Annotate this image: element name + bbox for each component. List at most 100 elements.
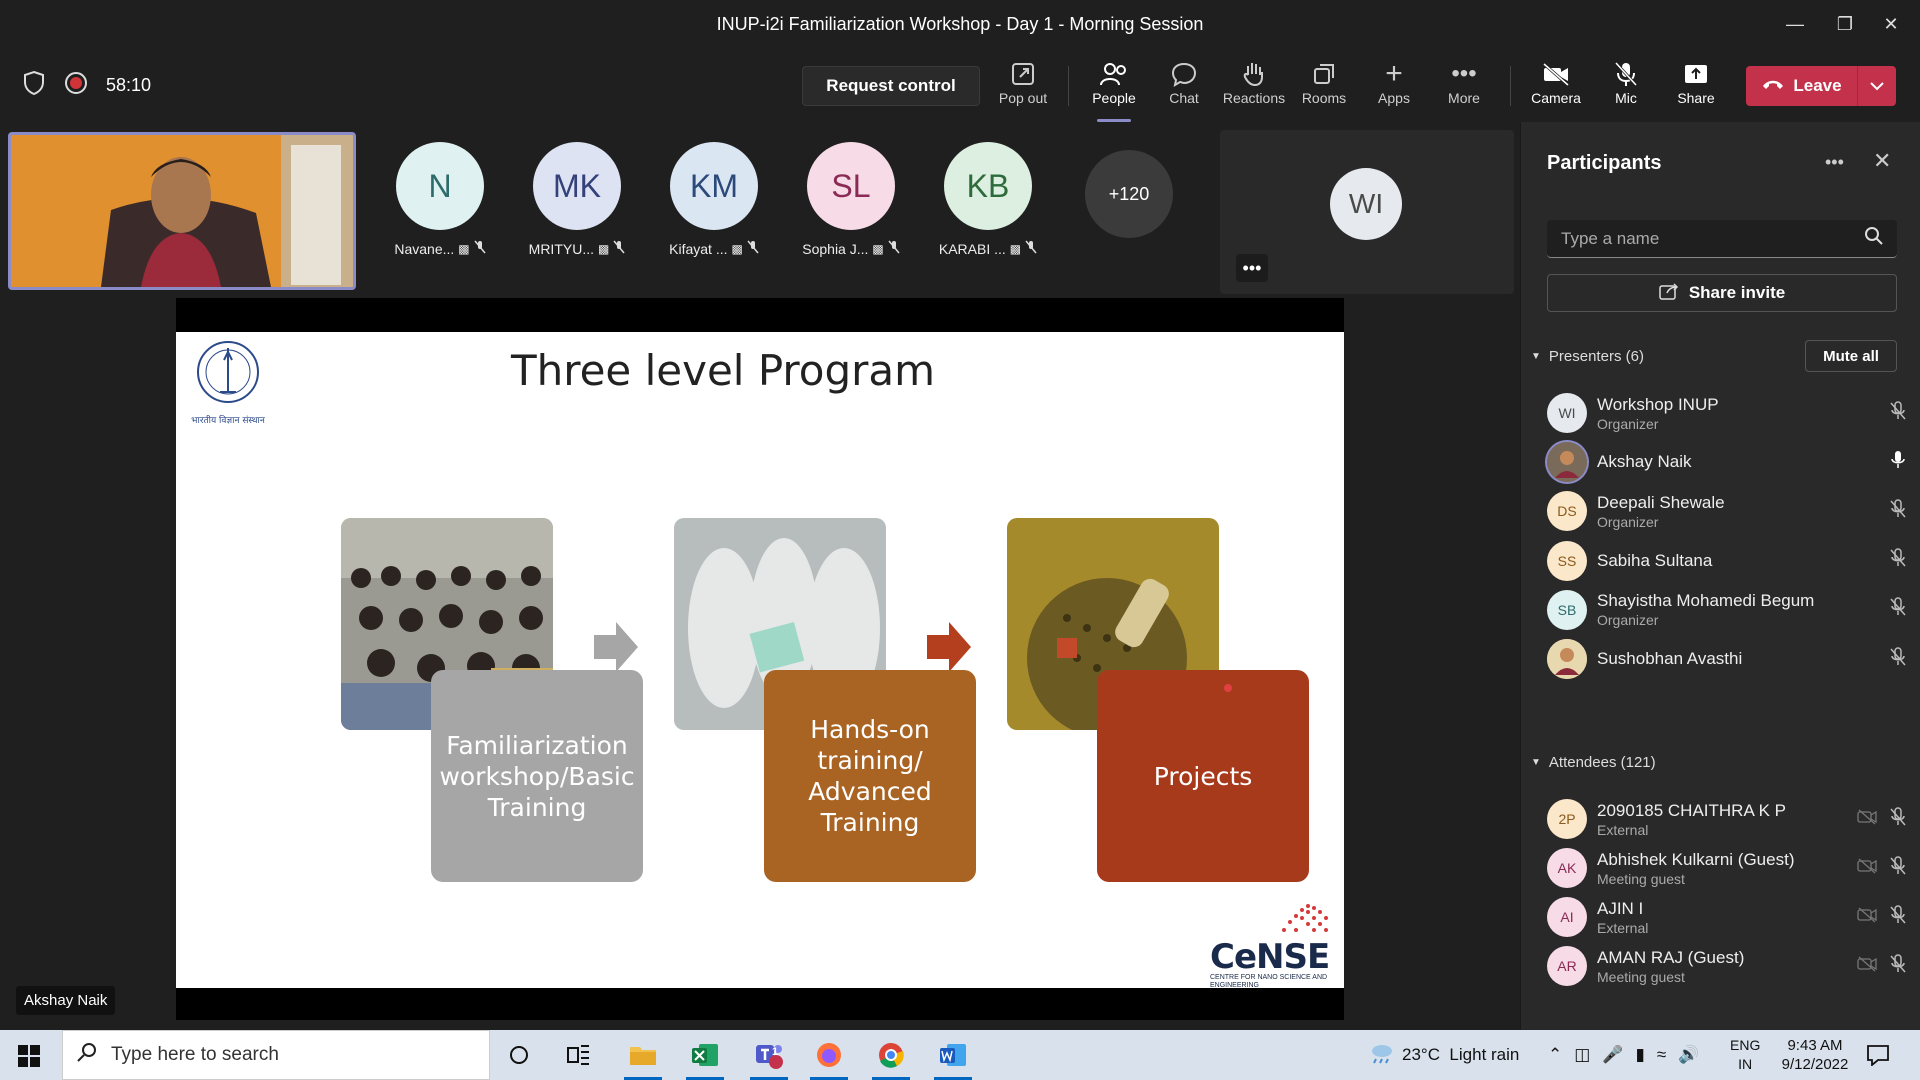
camera-off-icon: ▩: [458, 241, 470, 256]
volume-icon[interactable]: 🔊: [1678, 1045, 1699, 1065]
camera-off-icon: ▩: [731, 241, 743, 256]
mic-off-icon[interactable]: [1889, 400, 1907, 426]
mic-off-icon[interactable]: [1889, 855, 1907, 881]
pop-out-button[interactable]: Pop out: [988, 58, 1058, 116]
firefox-icon[interactable]: [802, 1030, 856, 1080]
device-icon[interactable]: ◫: [1574, 1045, 1590, 1065]
participant-row[interactable]: SB Shayistha Mohamedi Begum Organizer: [1547, 585, 1907, 635]
level-advanced-box: Hands-on training/ Advanced Training: [764, 670, 976, 882]
rooms-button[interactable]: Rooms: [1289, 58, 1359, 116]
chat-button[interactable]: Chat: [1149, 58, 1219, 116]
participant-tile[interactable]: N Navane... ▩: [380, 142, 500, 257]
apps-button[interactable]: + Apps: [1359, 57, 1429, 116]
windows-start-icon[interactable]: [18, 1045, 40, 1072]
excel-icon[interactable]: [678, 1030, 732, 1080]
reactions-button[interactable]: Reactions: [1219, 58, 1289, 116]
participant-tile[interactable]: KM Kifayat ... ▩: [654, 142, 774, 257]
participant-row[interactable]: SS Sabiha Sultana: [1547, 536, 1907, 586]
avatar: [1547, 442, 1587, 483]
more-participants-tile[interactable]: +120: [1085, 150, 1173, 238]
taskbar-search-input[interactable]: Type here to search: [62, 1030, 490, 1080]
chevron-up-icon[interactable]: ⌃: [1548, 1045, 1562, 1065]
arrow-right-icon: [594, 622, 638, 677]
mic-off-icon: [613, 240, 625, 257]
plus-icon: +: [1385, 57, 1403, 90]
presentation-slide: भारतीय विज्ञान संस्थान Three level Progr…: [176, 332, 1344, 989]
chrome-icon[interactable]: [864, 1030, 918, 1080]
participant-row[interactable]: Sushobhan Avasthi: [1547, 634, 1907, 684]
more-button[interactable]: ••• More: [1429, 58, 1499, 116]
participant-name: KARABI ...: [938, 240, 1006, 257]
close-panel-icon[interactable]: ✕: [1873, 148, 1891, 174]
participant-role: External: [1597, 919, 1649, 936]
minimize-icon[interactable]: —: [1772, 0, 1818, 48]
mic-off-icon[interactable]: [1889, 646, 1907, 672]
mic-off-icon: [888, 240, 900, 257]
battery-icon[interactable]: ▮: [1635, 1045, 1644, 1065]
leave-button[interactable]: Leave: [1746, 66, 1896, 106]
avatar: AR: [1547, 946, 1587, 986]
mic-off-icon[interactable]: [1889, 904, 1907, 930]
participant-row[interactable]: 2P 2090185 CHAITHRA K P External: [1547, 794, 1907, 844]
mic-off-icon[interactable]: [1889, 806, 1907, 832]
people-button[interactable]: People: [1079, 58, 1149, 122]
participant-name: 2090185 CHAITHRA K P: [1597, 800, 1786, 820]
participant-search-input[interactable]: Type a name: [1547, 220, 1897, 258]
mic-on-icon[interactable]: [1889, 450, 1907, 475]
request-control-button[interactable]: Request control: [802, 66, 980, 106]
leave-options-chevron-icon[interactable]: [1858, 81, 1896, 91]
windows-taskbar: Type here to search 1 23°C Light rain ⌃ …: [0, 1030, 1920, 1080]
panel-title: Participants: [1547, 152, 1662, 174]
pinned-participant-tile[interactable]: WI •••: [1220, 130, 1514, 294]
panel-options-icon[interactable]: •••: [1825, 152, 1844, 173]
participant-row[interactable]: WI Workshop INUP Organizer: [1547, 388, 1907, 438]
share-tray-icon: [1682, 58, 1710, 90]
participant-role: External: [1597, 821, 1649, 838]
camera-button[interactable]: Camera: [1521, 58, 1591, 116]
taskbar-clock[interactable]: 9:43 AM 9/12/2022: [1770, 1036, 1860, 1074]
attendees-section-header[interactable]: ▼ Attendees (121): [1531, 754, 1656, 771]
teams-icon[interactable]: 1: [742, 1030, 796, 1080]
participant-tile[interactable]: KB KARABI ... ▩: [928, 142, 1048, 257]
participant-row[interactable]: AR AMAN RAJ (Guest) Meeting guest: [1547, 941, 1907, 991]
presenters-section-header[interactable]: ▼ Presenters (6): [1531, 348, 1644, 365]
shield-icon[interactable]: [22, 70, 46, 101]
level-basic-box: Familiarization workshop/Basic Training: [431, 670, 643, 882]
avatar: KB: [944, 142, 1032, 230]
mute-all-button[interactable]: Mute all: [1805, 340, 1897, 372]
participant-row[interactable]: AI AJIN I External: [1547, 892, 1907, 942]
mic-off-icon[interactable]: [1889, 548, 1907, 573]
participant-name: Deepali Shewale: [1597, 492, 1725, 512]
avatar: N: [396, 142, 484, 230]
cortana-icon[interactable]: [492, 1030, 546, 1080]
mic-button[interactable]: Mic: [1591, 58, 1661, 116]
word-icon[interactable]: [926, 1030, 980, 1080]
avatar: SL: [807, 142, 895, 230]
participant-tile[interactable]: MK MRITYU... ▩: [517, 142, 637, 257]
participant-row[interactable]: Akshay Naik: [1547, 437, 1907, 487]
participant-tile[interactable]: SL Sophia J... ▩: [791, 142, 911, 257]
tile-options-icon[interactable]: •••: [1236, 254, 1268, 282]
share-button[interactable]: Share: [1661, 58, 1731, 116]
collapse-triangle-icon: ▼: [1531, 351, 1541, 362]
camera-off-icon: [1541, 58, 1571, 90]
avatar: AI: [1547, 897, 1587, 937]
notifications-icon[interactable]: [1866, 1044, 1890, 1071]
presenter-video[interactable]: [8, 132, 356, 290]
participant-row[interactable]: DS Deepali Shewale Organizer: [1547, 486, 1907, 536]
participant-row[interactable]: AK Abhishek Kulkarni (Guest) Meeting guest: [1547, 843, 1907, 893]
input-language[interactable]: ENG IN: [1730, 1036, 1760, 1074]
phone-hangup-icon: [1761, 76, 1785, 96]
close-window-icon[interactable]: ✕: [1868, 0, 1914, 48]
wifi-icon[interactable]: ≈: [1657, 1045, 1666, 1065]
task-view-icon[interactable]: [552, 1030, 606, 1080]
mic-off-icon[interactable]: [1889, 499, 1907, 524]
search-icon: [1865, 227, 1883, 250]
weather-widget[interactable]: 23°C Light rain: [1368, 1030, 1519, 1080]
restore-icon[interactable]: ❐: [1822, 0, 1868, 48]
microphone-icon[interactable]: 🎤: [1602, 1045, 1623, 1065]
mic-off-icon[interactable]: [1889, 953, 1907, 979]
mic-off-icon[interactable]: [1889, 597, 1907, 622]
file-explorer-icon[interactable]: [616, 1030, 670, 1080]
share-invite-button[interactable]: Share invite: [1547, 274, 1897, 312]
